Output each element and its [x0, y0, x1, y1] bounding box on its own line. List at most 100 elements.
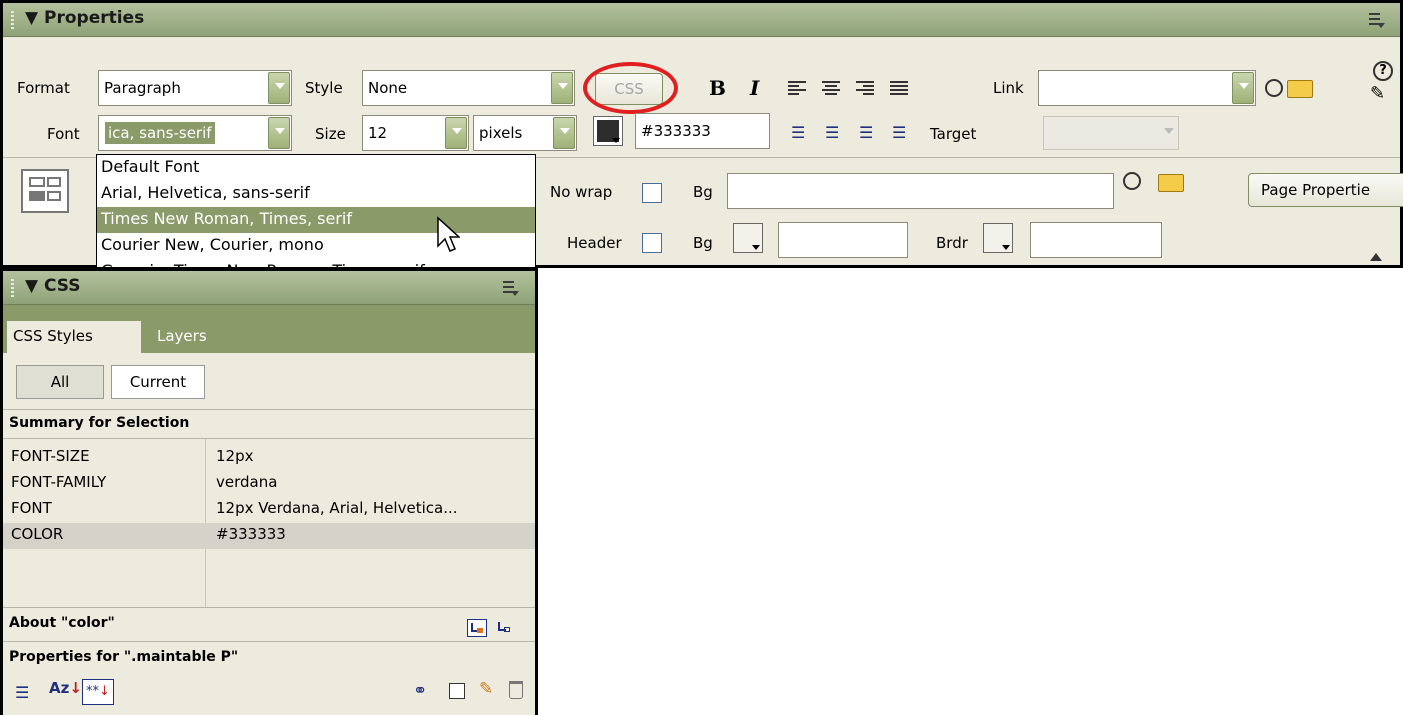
point-to-file-icon[interactable] [1123, 172, 1141, 190]
point-to-file-icon[interactable] [1265, 79, 1283, 97]
indent-icon[interactable]: ☰ [892, 123, 906, 142]
target-select[interactable] [1043, 116, 1179, 150]
options-menu-icon[interactable] [1369, 12, 1385, 28]
css-title[interactable]: ▼ CSS [25, 276, 81, 296]
font-dropdown-list[interactable]: Default Font Arial, Helvetica, sans-seri… [96, 154, 536, 268]
unit-value: pixels [479, 124, 523, 142]
format-value: Paragraph [104, 79, 181, 97]
tab-css-styles[interactable]: CSS Styles [7, 321, 141, 355]
bg-color-swatch[interactable] [733, 223, 763, 253]
mode-current-button[interactable]: Current [111, 365, 205, 399]
new-css-rule-icon[interactable] [449, 683, 465, 699]
bg2-label: Bg [693, 234, 713, 252]
property-value: 12px Verdana, Arial, Helvetica... [216, 499, 458, 517]
align-left-icon[interactable] [788, 81, 806, 97]
mode-all-button[interactable]: All [16, 365, 104, 399]
collapse-arrow-icon[interactable]: ▼ [25, 276, 44, 296]
chevron-down-icon[interactable] [1164, 128, 1174, 134]
folder-icon[interactable] [1287, 80, 1313, 98]
no-wrap-checkbox[interactable] [642, 183, 662, 203]
italic-button[interactable]: I [750, 76, 759, 100]
grip-icon[interactable] [11, 11, 14, 29]
table-row-selected[interactable]: COLOR #333333 [3, 523, 535, 549]
align-right-icon[interactable] [856, 81, 874, 97]
color-hex-field[interactable]: #333333 [635, 113, 770, 149]
align-justify-icon[interactable] [890, 81, 908, 97]
mouse-pointer-icon [437, 216, 460, 252]
link-input[interactable] [1038, 70, 1256, 106]
set-properties-view-icon[interactable]: **↓ [82, 679, 114, 705]
header-checkbox[interactable] [642, 233, 662, 253]
bg-url-input[interactable] [727, 173, 1114, 209]
css-titlebar[interactable]: ▼ CSS [3, 271, 535, 305]
page-properties-button[interactable]: Page Propertie [1248, 173, 1403, 207]
size-select[interactable]: 12 [362, 115, 469, 151]
properties-for-header: Properties for ".maintable P" [3, 641, 535, 675]
about-header: About "color" [3, 607, 535, 641]
grip-icon[interactable] [11, 279, 14, 297]
summary-header: Summary for Selection [3, 409, 535, 439]
chevron-down-icon[interactable] [1232, 72, 1254, 104]
style-select[interactable]: None [362, 70, 575, 106]
brdr-label: Brdr [936, 234, 968, 252]
border-color-swatch[interactable] [983, 223, 1013, 253]
header-label: Header [567, 234, 622, 252]
no-wrap-label: No wrap [550, 183, 613, 201]
ordered-list-icon[interactable]: ☰ [825, 123, 839, 142]
font-option[interactable]: Courier New, Courier, mono [97, 233, 535, 259]
outdent-icon[interactable]: ☰ [859, 123, 873, 142]
link-label: Link [993, 79, 1024, 97]
font-option[interactable]: Georgia, Times New Roman, Times, serif [97, 259, 535, 267]
font-value: ica, sans-serif [105, 122, 215, 144]
font-option[interactable]: Default Font [97, 155, 535, 181]
format-select[interactable]: Paragraph [98, 70, 292, 106]
property-value: verdana [216, 473, 278, 491]
table-row[interactable]: FONT-SIZE 12px [3, 445, 530, 471]
show-info-icon[interactable] [495, 619, 515, 637]
collapse-arrow-icon[interactable]: ▼ [25, 8, 44, 28]
edit-style-icon[interactable]: ✎ [479, 679, 493, 699]
help-icon[interactable]: ? [1373, 61, 1393, 81]
table-row[interactable]: FONT-FAMILY verdana [3, 471, 530, 497]
chevron-down-icon[interactable] [268, 117, 290, 149]
font-option[interactable]: Times New Roman, Times, serif [97, 207, 535, 233]
category-view-icon[interactable]: ☰ [15, 683, 29, 702]
chevron-down-icon[interactable] [445, 117, 467, 149]
table-row[interactable]: FONT 12px Verdana, Arial, Helvetica... [3, 497, 530, 523]
css-panel: ▼ CSS CSS Styles Layers All Current Summ… [0, 268, 538, 715]
folder-icon[interactable] [1158, 174, 1184, 192]
unordered-list-icon[interactable]: ☰ [791, 123, 805, 142]
bold-button[interactable]: B [709, 76, 726, 100]
size-value: 12 [368, 124, 388, 142]
target-label: Target [930, 125, 977, 143]
attach-style-sheet-icon[interactable]: ⚭ [413, 681, 427, 701]
properties-titlebar[interactable]: ▼ Properties [3, 3, 1400, 37]
property-name: COLOR [11, 525, 64, 543]
unit-select[interactable]: pixels [473, 115, 577, 151]
delete-trash-icon[interactable] [509, 681, 523, 699]
chevron-down-icon[interactable] [553, 117, 575, 149]
expander-arrow-icon[interactable] [1370, 253, 1382, 261]
align-center-icon[interactable] [822, 81, 840, 97]
font-label: Font [47, 125, 80, 143]
options-menu-icon[interactable] [503, 280, 519, 296]
edit-icon[interactable]: ✎ [1370, 83, 1394, 104]
bg-color-input[interactable] [778, 222, 908, 258]
properties-title[interactable]: ▼ Properties [25, 8, 144, 28]
size-label: Size [315, 125, 346, 143]
format-label: Format [17, 79, 70, 97]
property-name: FONT [11, 499, 52, 517]
property-value: 12px [216, 447, 254, 465]
table-cell-icon[interactable] [21, 169, 69, 213]
text-color-swatch[interactable] [593, 116, 623, 146]
alphabetical-view-icon[interactable]: Aᴢ↓ [49, 679, 82, 697]
font-select[interactable]: ica, sans-serif [98, 115, 292, 151]
show-cascade-icon[interactable] [467, 619, 487, 637]
summary-table: FONT-SIZE 12px FONT-FAMILY verdana FONT … [3, 439, 535, 607]
border-color-input[interactable] [1030, 222, 1162, 258]
font-option[interactable]: Arial, Helvetica, sans-serif [97, 181, 535, 207]
chevron-down-icon[interactable] [551, 72, 573, 104]
tab-layers[interactable]: Layers [157, 327, 207, 345]
chevron-down-icon[interactable] [268, 72, 290, 104]
style-value: None [368, 79, 408, 97]
